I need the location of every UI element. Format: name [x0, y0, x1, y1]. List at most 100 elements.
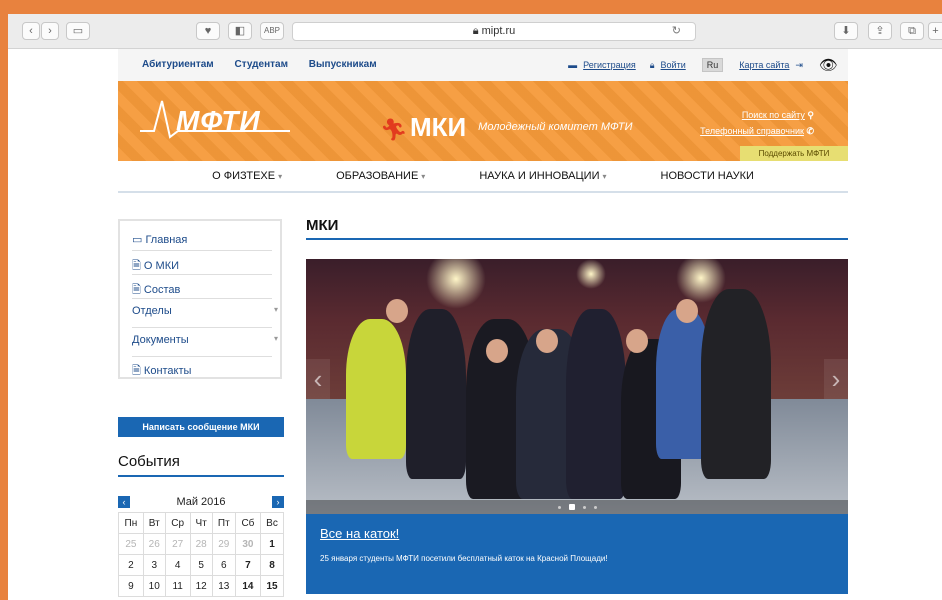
phone-directory-link[interactable]: Телефонный справочник: [700, 126, 804, 136]
search-icon: ⚲: [807, 110, 814, 120]
person-icon: 🏃︎: [380, 117, 408, 142]
sidebar-item-label: О МКИ: [143, 260, 180, 272]
sidebar-item-home[interactable]: ▭ Главная: [132, 233, 272, 246]
address-text: mipt.ru: [481, 25, 516, 37]
address-bar[interactable]: 🔒︎ mipt.ru ↻: [292, 22, 696, 41]
mki-logo-text: МКИ: [409, 112, 467, 142]
chevron-down-icon: ▾: [273, 334, 278, 343]
sidebar-item-departments[interactable]: Отделы ▾: [132, 305, 278, 317]
calendar-day[interactable]: 5: [189, 554, 213, 576]
support-mipt-link[interactable]: Поддержать МФТИ: [740, 146, 848, 161]
calendar-day[interactable]: 26: [142, 533, 166, 555]
language-switch[interactable]: Ru: [701, 58, 724, 72]
sitemap-icon: ⇥: [795, 59, 803, 70]
menu-item-science-news[interactable]: НОВОСТИ НАУКИ: [661, 170, 754, 182]
news-slideshow[interactable]: ‹ ›: [306, 259, 848, 514]
lock-login-icon: 🔒︎: [649, 59, 655, 70]
sitemap-link[interactable]: Карта сайта: [739, 60, 789, 70]
menu-item-education[interactable]: ОБРАЗОВАНИЕ ▾: [336, 170, 425, 182]
slide-prev-button[interactable]: ‹: [306, 359, 330, 399]
register-link[interactable]: Регистрация: [583, 60, 636, 70]
photo-person: [346, 319, 406, 459]
calendar-title: Май 2016: [176, 496, 226, 508]
chevron-down-icon: ▾: [421, 172, 426, 181]
calendar-day[interactable]: 27: [164, 533, 191, 555]
divider: [132, 356, 272, 357]
calendar-day[interactable]: 11: [164, 575, 191, 597]
phone-icon: ✆: [806, 126, 814, 136]
sidebar-toggle-button[interactable]: ▭: [66, 22, 90, 40]
site-search-link[interactable]: Поиск по сайту: [742, 110, 805, 120]
mipt-logo[interactable]: МФТИ: [140, 97, 290, 141]
menu-item-label: НАУКА И ИННОВАЦИИ: [479, 170, 600, 182]
new-tab-button[interactable]: +: [928, 22, 942, 40]
slide-dot[interactable]: [557, 505, 561, 509]
calendar-day[interactable]: 1: [260, 533, 284, 555]
eye-icon[interactable]: 👁︎: [819, 56, 838, 74]
adblock-icon[interactable]: ABP: [260, 22, 284, 40]
slide-dot[interactable]: [593, 505, 597, 509]
calendar-day[interactable]: 2: [118, 554, 144, 576]
calendar-day[interactable]: 14: [234, 575, 262, 597]
main-menu: О ФИЗТЕХЕ ▾ ОБРАЗОВАНИЕ ▾ НАУКА И ИННОВАЦИ…: [118, 161, 848, 193]
weekday-label: Вт: [142, 512, 166, 534]
calendar-day[interactable]: 12: [189, 575, 213, 597]
slide-dot[interactable]: [582, 505, 586, 509]
home-icon: ▭: [132, 234, 143, 246]
reload-icon[interactable]: ↻: [672, 23, 681, 40]
login-link[interactable]: Войти: [661, 60, 686, 70]
events-title: События: [118, 453, 180, 470]
nav-link-students[interactable]: Студентам: [235, 59, 289, 70]
calendar-day[interactable]: 9: [118, 575, 144, 597]
register-icon: ▬: [568, 60, 578, 70]
pocket-icon[interactable]: ♥: [196, 22, 220, 40]
calendar-day[interactable]: 30: [234, 533, 262, 555]
calendar-day[interactable]: 3: [142, 554, 166, 576]
divider: [132, 274, 272, 275]
menu-item-label: НОВОСТИ НАУКИ: [660, 170, 754, 182]
chevron-down-icon: ▾: [278, 172, 283, 181]
slide-description: 25 января студенты МФТИ посетили бесплат…: [320, 554, 608, 563]
calendar-day[interactable]: 7: [234, 554, 262, 576]
calendar-day[interactable]: 10: [142, 575, 166, 597]
title-underline: [306, 238, 848, 240]
nav-link-graduates[interactable]: Выпускникам: [309, 59, 377, 70]
nav-link-applicants[interactable]: Абитуриентам: [142, 59, 214, 70]
download-icon[interactable]: ⬇: [834, 22, 858, 40]
calendar-day[interactable]: 8: [260, 554, 284, 576]
weekday-label: Вс: [260, 512, 284, 534]
browser-toolbar: ‹ › ▭ ♥ ◧ ABP 🔒︎ mipt.ru ↻ ⬇ ⇪ ⧉ +: [8, 14, 942, 49]
calendar-day[interactable]: 4: [164, 554, 191, 576]
extension-icon[interactable]: ◧: [228, 22, 252, 40]
slide-dots: [306, 500, 848, 514]
site-banner: МФТИ 🏃︎ МКИ Молодежный комитет МФТИ Поис…: [118, 81, 848, 161]
menu-item-about[interactable]: О ФИЗТЕХЕ ▾: [212, 170, 282, 182]
sidebar-item-contacts[interactable]: 🗎︎ Контакты: [132, 362, 272, 381]
calendar-day[interactable]: 15: [260, 575, 284, 597]
calendar-day[interactable]: 25: [118, 533, 144, 555]
sidebar-item-documents[interactable]: Документы ▾: [132, 334, 278, 346]
mki-logo[interactable]: 🏃︎ МКИ Молодежный комитет МФТИ: [380, 99, 632, 143]
calendar-day[interactable]: 28: [189, 533, 213, 555]
slide-dot-active[interactable]: [568, 504, 575, 510]
calendar-day[interactable]: 29: [211, 533, 236, 555]
weekday-label: Ср: [164, 512, 191, 534]
share-icon[interactable]: ⇪: [868, 22, 892, 40]
calendar-day[interactable]: 6: [211, 554, 236, 576]
back-button[interactable]: ‹: [22, 22, 40, 40]
lock-icon: 🔒︎: [472, 25, 482, 37]
calendar-next-button[interactable]: ›: [272, 496, 284, 508]
photo-light: [576, 259, 606, 289]
tabs-icon[interactable]: ⧉: [900, 22, 924, 40]
weekday-label: Сб: [234, 512, 262, 534]
write-message-button[interactable]: Написать сообщение МКИ: [118, 417, 284, 437]
calendar-day[interactable]: 13: [211, 575, 236, 597]
menu-item-science[interactable]: НАУКА И ИННОВАЦИИ ▾: [479, 170, 606, 182]
sidebar-item-label: Состав: [143, 284, 181, 296]
slide-next-button[interactable]: ›: [824, 359, 848, 399]
slide-title-link[interactable]: Все на каток!: [320, 526, 399, 541]
doc-icon: 🗎︎: [132, 284, 141, 296]
slide-caption: Все на каток! 25 января студенты МФТИ по…: [306, 514, 848, 594]
forward-button[interactable]: ›: [41, 22, 59, 40]
sidebar-item-label: Контакты: [143, 365, 192, 377]
